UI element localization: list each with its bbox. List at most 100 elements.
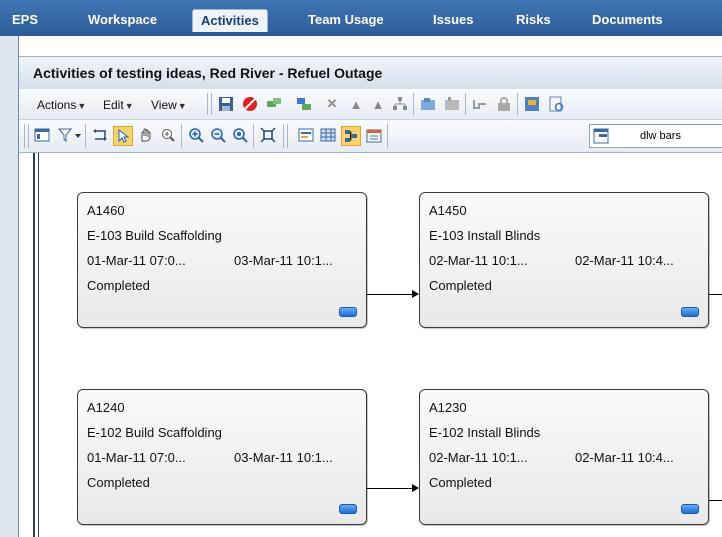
- activity-start: 01-Mar-11 07:0...: [87, 450, 186, 465]
- grid-icon[interactable]: [319, 126, 337, 144]
- activity-start: 02-Mar-11 10:1...: [429, 253, 528, 268]
- filter-icon[interactable]: [57, 126, 83, 144]
- canvas-border-line: [38, 153, 39, 537]
- hand-icon[interactable]: [137, 126, 155, 144]
- status-badge: [681, 504, 699, 514]
- toolbar-separator: [207, 93, 208, 115]
- zoom-region-icon[interactable]: [159, 126, 177, 144]
- activity-finish: 02-Mar-11 10:4...: [575, 450, 674, 465]
- layout-select[interactable]: dlw bars: [589, 124, 722, 148]
- edit-menu[interactable]: Edit▼: [103, 98, 134, 112]
- lock-icon[interactable]: [495, 95, 513, 113]
- activity-name: E-102 Install Blinds: [429, 425, 541, 440]
- delete-icon[interactable]: ✕: [323, 95, 341, 113]
- activity-node-a1450[interactable]: A1450 E-103 Install Blinds 02-Mar-11 10:…: [419, 192, 709, 328]
- actions-menu[interactable]: Actions▼: [37, 98, 86, 112]
- activity-network-canvas: A1460 E-103 Build Scaffolding 01-Mar-11 …: [19, 153, 722, 537]
- tab-risks[interactable]: Risks: [508, 9, 559, 31]
- zoom-in-icon[interactable]: [187, 126, 205, 144]
- export-icon[interactable]: [523, 95, 541, 113]
- toolbar-separator: [85, 124, 86, 148]
- actions-menu-label: Actions: [37, 98, 77, 112]
- activity-id: A1450: [429, 203, 467, 218]
- swap-icon[interactable]: [91, 126, 109, 144]
- panel-titlebar: Activities of testing ideas, Red River -…: [19, 56, 722, 90]
- move-icon[interactable]: [419, 95, 437, 113]
- activity-name: E-103 Install Blinds: [429, 228, 541, 243]
- tab-documents[interactable]: Documents: [584, 9, 671, 31]
- layout-icon[interactable]: [33, 126, 51, 144]
- chevron-down-icon: ▼: [124, 101, 134, 111]
- folder-icon[interactable]: [443, 95, 461, 113]
- bars-icon: [593, 128, 609, 144]
- pointer-icon[interactable]: [113, 126, 133, 146]
- toolbar-separator: [28, 124, 29, 148]
- activity-node-a1460[interactable]: A1460 E-103 Build Scaffolding 01-Mar-11 …: [77, 192, 367, 328]
- assign-group-icon[interactable]: ▲: [369, 95, 387, 113]
- activity-name: E-102 Build Scaffolding: [87, 425, 222, 440]
- zoom-reset-icon[interactable]: [231, 126, 249, 144]
- panel-title: Activities of testing ideas, Red River -…: [33, 65, 383, 81]
- toolbar-separator: [287, 124, 288, 148]
- toolbar-separator: [517, 93, 518, 115]
- relationship-arrow: [412, 484, 419, 492]
- toolbar-separator: [465, 93, 466, 115]
- activity-id: A1230: [429, 400, 467, 415]
- report-icon[interactable]: [547, 95, 565, 113]
- view-menu[interactable]: View▼: [151, 98, 187, 112]
- activity-node-a1230[interactable]: A1230 E-102 Install Blinds 02-Mar-11 10:…: [419, 389, 709, 525]
- relationship-link: [709, 500, 722, 501]
- toolbar-separator: [283, 124, 284, 148]
- calendar-icon[interactable]: [365, 126, 383, 144]
- toolbar-row-2: dlw bars: [19, 120, 722, 153]
- toolbar-separator: [24, 124, 25, 148]
- activity-finish: 03-Mar-11 10:1...: [234, 253, 333, 268]
- toolbar-separator: [211, 93, 212, 115]
- relationship-link: [366, 488, 413, 489]
- toolbar-row-1: Actions▼ Edit▼ View▼ ✕ ▲ ▲: [19, 89, 722, 120]
- activity-id: A1240: [87, 400, 125, 415]
- relationship-link: [366, 294, 413, 295]
- details-icon[interactable]: [297, 126, 315, 144]
- status-badge: [339, 504, 357, 514]
- edit-menu-label: Edit: [103, 98, 124, 112]
- tab-issues[interactable]: Issues: [425, 9, 481, 31]
- toolbar-separator: [181, 124, 182, 148]
- activity-id: A1460: [87, 203, 125, 218]
- activity-status: Completed: [87, 475, 150, 490]
- tab-team-usage[interactable]: Team Usage: [300, 9, 392, 31]
- fit-icon[interactable]: [259, 126, 277, 144]
- relationship-link: [709, 294, 722, 295]
- tab-workspace[interactable]: Workspace: [80, 9, 165, 31]
- canvas-border-line: [33, 153, 35, 537]
- activity-status: Completed: [429, 278, 492, 293]
- activity-name: E-103 Build Scaffolding: [87, 228, 222, 243]
- tab-eps[interactable]: EPS: [4, 9, 46, 31]
- add-predecessor-icon[interactable]: [295, 95, 313, 113]
- assign-user-icon[interactable]: ▲: [347, 95, 365, 113]
- add-activity-icon[interactable]: [265, 95, 283, 113]
- network-icon[interactable]: [341, 126, 361, 146]
- status-badge: [339, 307, 357, 317]
- activities-panel: Activities of testing ideas, Red River -…: [18, 36, 722, 537]
- view-menu-label: View: [151, 98, 177, 112]
- activity-start: 01-Mar-11 07:0...: [87, 253, 186, 268]
- activity-status: Completed: [429, 475, 492, 490]
- toolbar-separator: [253, 124, 254, 148]
- chevron-down-icon: ▼: [77, 101, 87, 111]
- activity-finish: 02-Mar-11 10:4...: [575, 253, 674, 268]
- chevron-down-icon: ▼: [177, 101, 187, 111]
- tab-activities[interactable]: Activities: [192, 9, 268, 32]
- link-icon[interactable]: [471, 95, 489, 113]
- top-navigation: EPS Workspace Activities Team Usage Issu…: [0, 0, 722, 36]
- relationship-arrow: [412, 290, 419, 298]
- activity-node-a1240[interactable]: A1240 E-102 Build Scaffolding 01-Mar-11 …: [77, 389, 367, 525]
- cancel-icon[interactable]: [241, 95, 259, 113]
- status-badge: [681, 307, 699, 317]
- toolbar-separator: [413, 93, 414, 115]
- save-icon[interactable]: [217, 95, 235, 113]
- org-chart-icon[interactable]: [391, 95, 409, 113]
- activity-status: Completed: [87, 278, 150, 293]
- zoom-out-icon[interactable]: [209, 126, 227, 144]
- layout-select-value: dlw bars: [640, 130, 681, 142]
